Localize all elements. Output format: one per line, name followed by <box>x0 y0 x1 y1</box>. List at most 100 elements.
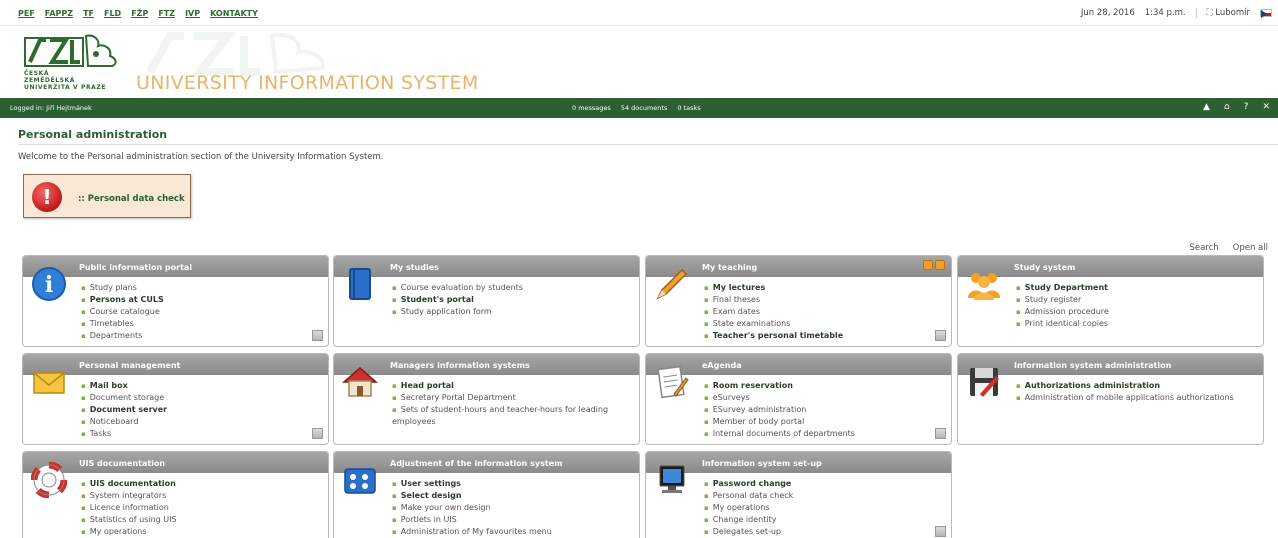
portlet-link[interactable]: UIS documentation <box>81 478 320 490</box>
portlet-title[interactable]: UIS documentation <box>23 452 328 473</box>
portlet-link[interactable]: Portlets in UIS <box>392 514 631 526</box>
portlet-link[interactable]: Select design <box>392 490 631 502</box>
notepad-icon <box>657 365 689 399</box>
portlet-title[interactable]: My teaching <box>646 256 951 277</box>
portlet-link[interactable]: eSurveys <box>704 392 943 404</box>
portlet-link[interactable]: Teacher's personal timetable <box>704 330 943 342</box>
user-icon: ⛶ <box>1206 8 1213 18</box>
portlet-link[interactable]: Admission procedure <box>1016 306 1255 318</box>
portlet-title[interactable]: Study system <box>958 256 1263 277</box>
settings-icon[interactable] <box>923 260 933 270</box>
logo-watermark-icon <box>146 32 325 76</box>
portlet-link[interactable]: Head portal <box>392 380 631 392</box>
portlet-link[interactable]: My operations <box>81 526 320 538</box>
portlet-link[interactable]: Personal data check <box>704 490 943 502</box>
portlet-link[interactable]: Course catalogue <box>81 306 320 318</box>
portlet-link[interactable]: Internal documents of departments <box>704 428 943 440</box>
portlet-link[interactable]: Final theses <box>704 294 943 306</box>
portlet-link[interactable]: User settings <box>392 478 631 490</box>
portlet-link[interactable]: Authorizations administration <box>1016 380 1255 392</box>
portlet-link[interactable]: Course evaluation by students <box>392 282 631 294</box>
close-icon[interactable]: ✕ <box>1262 102 1270 112</box>
portlet-link[interactable]: Departments <box>81 330 320 342</box>
portlet-title[interactable]: eAgenda <box>646 354 951 375</box>
portlet-link[interactable]: Mail box <box>81 380 320 392</box>
settings-panel-icon <box>344 468 376 494</box>
portlet-title[interactable]: Information system administration <box>958 354 1263 375</box>
logo-text: ČESKÁ ZEMĚDĚLSKÁ UNIVERZITA V PRAZE <box>24 70 107 91</box>
status-bar: Logged in: Jiří Hejtmánek 0 messages 54 … <box>0 98 1278 118</box>
portlet-link[interactable]: My operations <box>704 502 943 514</box>
help-icon[interactable]: ? <box>1244 102 1249 112</box>
top-bar: PEF FAPPZ TF FLD FŽP FTZ IVP KONTAKTY Ju… <box>0 0 1278 26</box>
portlet-link[interactable]: Administration of My favourites menu <box>392 526 631 538</box>
portlet-title[interactable]: Public information portal <box>23 256 328 277</box>
expand-portlet-button[interactable] <box>935 330 946 341</box>
portlet-link[interactable]: Licence information <box>81 502 320 514</box>
faculty-link-fappz[interactable]: FAPPZ <box>45 9 73 18</box>
portlet-link[interactable]: Sets of student-hours and teacher-hours … <box>392 404 631 428</box>
portlet-link[interactable]: Document storage <box>81 392 320 404</box>
personal-data-check-link[interactable]: :: Personal data check <box>78 194 185 204</box>
faculty-link-ftz[interactable]: FTZ <box>158 9 175 18</box>
portlet-link[interactable]: My lectures <box>704 282 943 294</box>
logged-in-user[interactable]: Logged in: Jiří Hejtmánek <box>10 104 92 112</box>
portlet-title[interactable]: Personal management <box>23 354 328 375</box>
portlet-link[interactable]: Persons at CULS <box>81 294 320 306</box>
tasks-count[interactable]: 0 tasks <box>677 104 700 112</box>
portlet-link[interactable]: Timetables <box>81 318 320 330</box>
documents-count[interactable]: 54 documents <box>621 104 668 112</box>
book-icon <box>349 268 371 300</box>
faculty-link-tf[interactable]: TF <box>83 9 94 18</box>
portlet-link[interactable]: Secretary Portal Department <box>392 392 631 404</box>
lifebuoy-icon <box>31 462 67 498</box>
portlet-link[interactable]: Print identical copies <box>1016 318 1255 330</box>
faculty-link-fzp[interactable]: FŽP <box>131 9 148 18</box>
portlet-my-studies: My studies Course evaluation by students… <box>333 255 640 347</box>
czu-emblem-icon <box>24 34 117 67</box>
warning-icon: ! <box>32 182 62 212</box>
portlet-link[interactable]: Tasks <box>81 428 320 440</box>
portlet-link[interactable]: Student's portal <box>392 294 631 306</box>
portlet-link[interactable]: Exam dates <box>704 306 943 318</box>
portlet-information-system-administration: Information system administration Author… <box>957 353 1264 445</box>
portlet-link[interactable]: Make your own design <box>392 502 631 514</box>
minimize-icon[interactable] <box>935 260 945 270</box>
faculty-link-ivp[interactable]: IVP <box>185 9 200 18</box>
open-all-link[interactable]: Open all <box>1233 243 1268 253</box>
portlet-link[interactable]: Study Department <box>1016 282 1255 294</box>
portlet-title[interactable]: My studies <box>334 256 639 277</box>
portlet-title[interactable]: Adjustment of the information system <box>334 452 639 473</box>
portlet-link[interactable]: ESurvey administration <box>704 404 943 416</box>
portlet-link[interactable]: State examinations <box>704 318 943 330</box>
czu-logo[interactable]: ČESKÁ ZEMĚDĚLSKÁ UNIVERZITA V PRAZE <box>24 32 122 94</box>
portlet-link[interactable]: Study plans <box>81 282 320 294</box>
portlet-link[interactable]: Password change <box>704 478 943 490</box>
portlet-link[interactable]: Noticeboard <box>81 416 320 428</box>
expand-portlet-button[interactable] <box>935 428 946 439</box>
faculty-link-fld[interactable]: FLD <box>104 9 121 18</box>
messages-count[interactable]: 0 messages <box>572 104 611 112</box>
search-link[interactable]: Search <box>1189 243 1218 253</box>
home-icon[interactable]: ⌂ <box>1224 102 1230 112</box>
portlet-link[interactable]: Study application form <box>392 306 631 318</box>
collapse-up-icon[interactable]: ▲ <box>1203 102 1210 112</box>
expand-portlet-button[interactable] <box>312 330 323 341</box>
contacts-link[interactable]: KONTAKTY <box>210 9 258 18</box>
portlet-link[interactable]: System integrators <box>81 490 320 502</box>
expand-portlet-button[interactable] <box>935 526 946 537</box>
portlet-link[interactable]: Change identity <box>704 514 943 526</box>
portlet-link[interactable]: Document server <box>81 404 320 416</box>
faculty-link-pef[interactable]: PEF <box>18 9 35 18</box>
portlet-title[interactable]: Information system set-up <box>646 452 951 473</box>
czech-flag-icon[interactable] <box>1260 9 1272 18</box>
portlet-link[interactable]: Study register <box>1016 294 1255 306</box>
portlet-link[interactable]: Member of body portal <box>704 416 943 428</box>
portlet-link[interactable]: Statistics of using UIS <box>81 514 320 526</box>
portlet-link[interactable]: Administration of mobile applications au… <box>1016 392 1255 404</box>
portlet-link[interactable]: Delegates set-up <box>704 526 943 538</box>
user-menu[interactable]: ⛶ Lubomír <box>1207 8 1250 18</box>
portlet-title[interactable]: Managers information systems <box>334 354 639 375</box>
expand-portlet-button[interactable] <box>312 428 323 439</box>
portlet-link[interactable]: Room reservation <box>704 380 943 392</box>
